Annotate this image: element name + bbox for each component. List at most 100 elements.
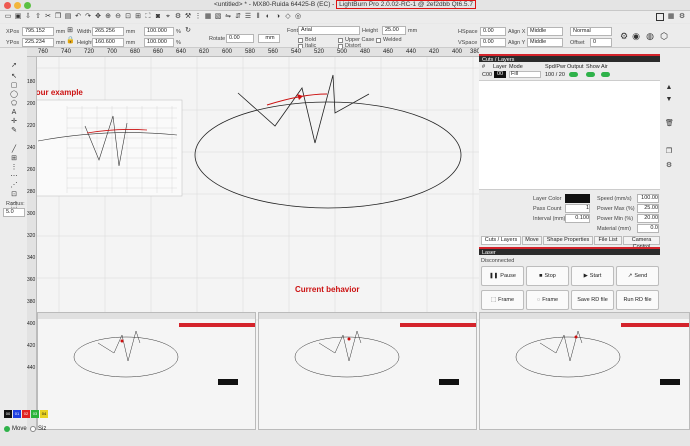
height-field[interactable]: 160.600 (92, 38, 124, 47)
move-down-icon[interactable]: ▼ (665, 96, 673, 104)
size-radio[interactable] (30, 426, 36, 432)
zoom-frame-icon[interactable]: ⊡ (124, 13, 132, 21)
rectangle-tool-icon[interactable]: ▢ (10, 82, 18, 90)
xpos-field[interactable]: 795.152 (22, 27, 54, 36)
rotate-field[interactable]: 0.00 (226, 34, 254, 43)
alignx-select[interactable]: Middle (527, 27, 563, 36)
hspace-field[interactable]: 0.00 (480, 27, 506, 36)
palette-swatch-02[interactable]: 02 (22, 410, 30, 418)
preview-icon[interactable]: ◉ (632, 32, 640, 41)
offset-field[interactable]: 0 (590, 38, 612, 47)
air-toggle[interactable] (601, 72, 610, 77)
delete-layer-icon[interactable]: 🗑 (665, 120, 674, 128)
font-height-field[interactable]: 25.00 (382, 26, 406, 35)
laser-icon[interactable]: ◍ (646, 32, 654, 41)
undo-icon[interactable]: ↶ (74, 13, 82, 21)
font-field[interactable]: Arial (298, 26, 360, 35)
aligny-select[interactable]: Middle (527, 38, 563, 47)
crop-tool-icon[interactable]: ⊡ (10, 191, 18, 199)
align-icon[interactable]: ☰ (244, 13, 252, 21)
position-laser-icon[interactable]: ✛ (10, 118, 18, 126)
zoom-out-icon[interactable]: ⊖ (114, 13, 122, 21)
tab-file-list[interactable]: File List (594, 236, 622, 245)
move-radio[interactable] (4, 426, 10, 432)
material-field[interactable]: 0.0 (637, 224, 659, 233)
send-button[interactable]: ↗ Send (616, 266, 659, 286)
variable-text-icon[interactable]: ⚙ (620, 32, 628, 41)
lock-ratio-icon[interactable]: 🔒 (66, 37, 75, 45)
rotate-icon[interactable]: ↻ (184, 27, 192, 35)
line-tool-icon[interactable]: ╱ (10, 146, 18, 154)
move-up-icon[interactable]: ▲ (665, 84, 673, 92)
layer-square-icon[interactable] (656, 13, 664, 21)
palette-swatch-00[interactable]: 00 (4, 410, 12, 418)
scale-height-field[interactable]: 100.000 (144, 38, 174, 47)
power-max-field[interactable]: 25.00 (637, 204, 659, 213)
speed-field[interactable]: 100.00 (637, 194, 659, 203)
duplicate-layer-icon[interactable]: ❐ (665, 148, 673, 156)
layer-row[interactable]: C00 00 Fill 100 / 20 (479, 71, 660, 79)
paste-icon[interactable]: ▤ (64, 13, 72, 21)
polygon-tool-icon[interactable]: ⬠ (10, 100, 18, 108)
node-edit-icon[interactable]: ◇ (284, 13, 292, 21)
palette-swatch-03[interactable]: 03 (31, 410, 39, 418)
scale-width-field[interactable]: 100.000 (144, 27, 174, 36)
stop-button[interactable]: ■ Stop (526, 266, 569, 286)
select-tool-icon[interactable]: ➚ (10, 62, 18, 70)
layer-mode-select[interactable]: Fill (509, 71, 541, 78)
layer-settings-icon[interactable]: ⚙ (665, 162, 673, 170)
redo-icon[interactable]: ↷ (84, 13, 92, 21)
circular-array-icon[interactable]: ⋯ (10, 173, 18, 181)
flip-h-icon[interactable]: ⇋ (224, 13, 232, 21)
palette-swatch-04[interactable]: 04 (40, 410, 48, 418)
tools-icon[interactable]: ⚙ (678, 13, 686, 21)
weld-icon[interactable]: ◑ (274, 13, 282, 21)
group-icon[interactable]: ▦ (204, 13, 212, 21)
position-anchor-icon[interactable]: ⊞ (66, 27, 74, 35)
output-toggle[interactable] (569, 72, 578, 77)
cut-icon[interactable]: ✂ (44, 13, 52, 21)
camera-icon[interactable]: ◙ (154, 13, 162, 21)
flip-v-icon[interactable]: ⇵ (234, 13, 242, 21)
device-settings-icon[interactable]: ⚒ (184, 13, 192, 21)
zoom-page-icon[interactable]: ⊞ (134, 13, 142, 21)
vspace-field[interactable]: 0.00 (480, 38, 506, 47)
welded-checkbox[interactable] (376, 38, 381, 43)
layer-color-swatch[interactable] (565, 194, 590, 203)
tab-cuts-layers[interactable]: Cuts / Layers (481, 236, 521, 245)
edit-nodes-icon[interactable]: ↖ (10, 73, 18, 81)
save-file-icon[interactable]: ▣ (14, 13, 22, 21)
tabs-tool-icon[interactable]: ⋰ (10, 182, 18, 190)
ellipse-tool-icon[interactable]: ◯ (10, 91, 18, 99)
pass-count-field[interactable]: 1 (565, 204, 590, 213)
import-icon[interactable]: ⇩ (24, 13, 32, 21)
ypos-field[interactable]: 225.234 (22, 38, 54, 47)
interval-field[interactable]: 0.100 (565, 214, 590, 223)
frame-button[interactable]: ⬚ Frame (481, 290, 524, 310)
tab-shape-properties[interactable]: Shape Properties (543, 236, 593, 245)
grid-array-icon[interactable]: ⋮ (10, 164, 18, 172)
ungroup-icon[interactable]: ▧ (214, 13, 222, 21)
measure-tool-icon[interactable]: ✎ (10, 127, 18, 135)
save-rd-button[interactable]: Save RD file (571, 290, 614, 310)
pan-icon[interactable]: ✥ (94, 13, 102, 21)
cube-icon[interactable]: ⬡ (660, 32, 668, 41)
style-select[interactable]: Normal (570, 27, 612, 36)
arrange-icon[interactable]: ⋮ (194, 13, 202, 21)
ellipse-shape[interactable] (194, 101, 462, 209)
export-icon[interactable]: ⇧ (34, 13, 42, 21)
width-field[interactable]: 265.256 (92, 27, 124, 36)
upper-case-checkbox[interactable] (338, 38, 343, 43)
text-tool-icon[interactable]: A (10, 109, 18, 117)
offset-icon[interactable]: ◎ (294, 13, 302, 21)
palette-swatch-01[interactable]: 01 (13, 410, 21, 418)
circle-frame-button[interactable]: ◌ Frame (526, 290, 569, 310)
distribute-icon[interactable]: ⦀ (254, 13, 262, 21)
settings-icon[interactable]: ⚙ (174, 13, 182, 21)
bool-icon[interactable]: ◐ (264, 13, 272, 21)
copy-icon[interactable]: ❐ (54, 13, 62, 21)
zigzag-shape[interactable] (237, 74, 370, 144)
power-min-field[interactable]: 20.00 (637, 214, 659, 223)
bold-checkbox[interactable] (298, 38, 303, 43)
tab-camera-control[interactable]: Camera Control (623, 236, 660, 250)
